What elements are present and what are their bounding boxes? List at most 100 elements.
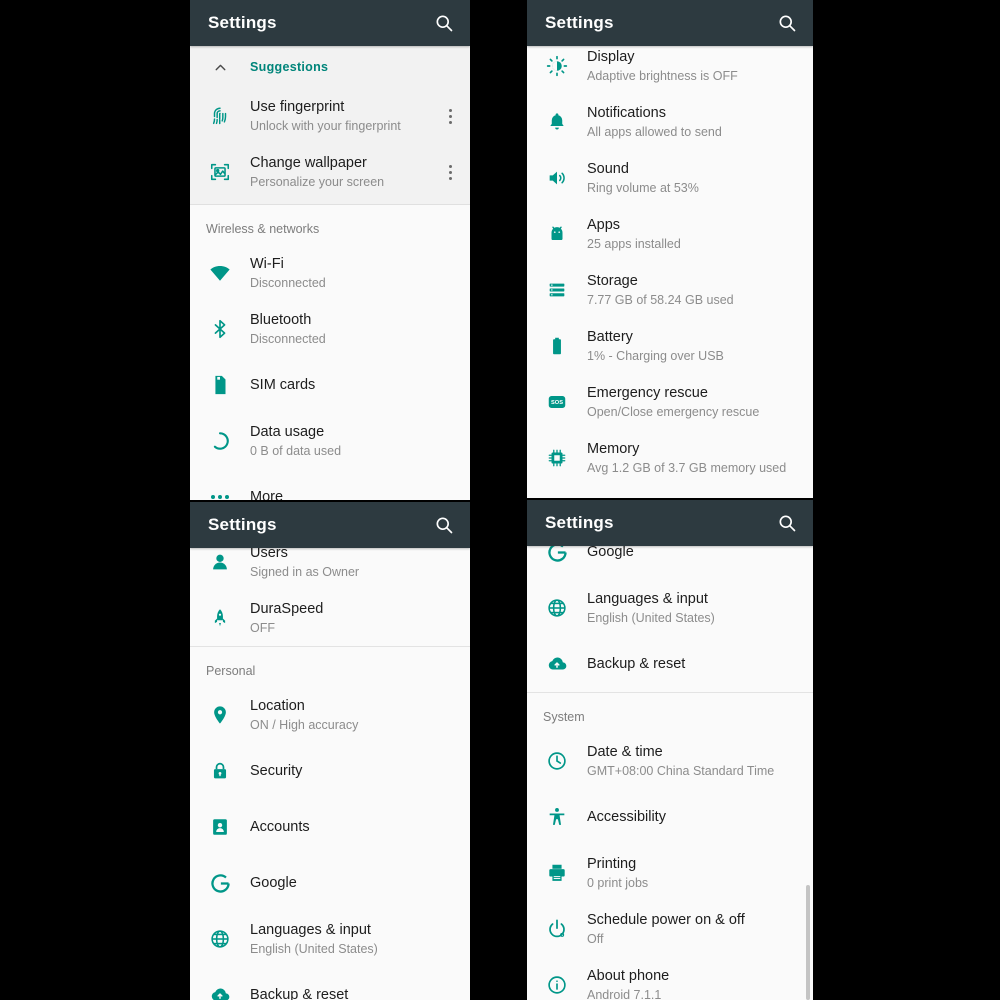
- overflow-menu-icon[interactable]: [430, 164, 470, 180]
- sidebar-item-schedule-power[interactable]: Schedule power on & off Off: [527, 901, 813, 957]
- suggestions-label: Suggestions: [250, 60, 329, 74]
- list-item-title: Accounts: [250, 818, 310, 835]
- list-item-title: Wi-Fi: [250, 255, 284, 272]
- list-item-title: Battery: [587, 328, 633, 345]
- sound-volume-icon: [527, 167, 587, 189]
- sidebar-item-notifications[interactable]: Notifications All apps allowed to send: [527, 94, 813, 150]
- list-item[interactable]: Use fingerprint Unlock with your fingerp…: [190, 88, 470, 144]
- search-icon[interactable]: [434, 13, 454, 33]
- sidebar-item-duraspeed[interactable]: DuraSpeed OFF: [190, 590, 470, 646]
- list-item-title: DuraSpeed: [250, 600, 324, 617]
- settings-panel-bottom-right: Settings Google Languages & input Englis…: [527, 500, 813, 1000]
- section-header: Personal: [206, 664, 256, 678]
- settings-scroll-area[interactable]: Suggestions Use fingerprint Unlock with …: [190, 46, 470, 500]
- sidebar-item-google[interactable]: Google: [190, 855, 470, 911]
- svg-text:SOS: SOS: [551, 400, 563, 406]
- sidebar-item-accounts[interactable]: Accounts: [190, 799, 470, 855]
- notifications-bell-icon: [527, 111, 587, 133]
- sidebar-item-display[interactable]: Display Adaptive brightness is OFF: [527, 46, 813, 94]
- list-item-title: Notifications: [587, 104, 666, 121]
- sidebar-item-data-usage[interactable]: Data usage 0 B of data used: [190, 413, 470, 469]
- settings-panel-bottom-left: Settings Users Signed in as Owner DuraSp…: [190, 502, 470, 1000]
- sidebar-item-about-phone[interactable]: About phone Android 7.1.1: [527, 957, 813, 1000]
- sidebar-item-backup-reset[interactable]: Backup & reset: [190, 967, 470, 1000]
- list-item-title: Bluetooth: [250, 311, 312, 328]
- sidebar-item-sim-cards[interactable]: SIM cards: [190, 357, 470, 413]
- list-item-subtitle: All apps allowed to send: [587, 124, 722, 139]
- list-item-subtitle: OFF: [250, 620, 275, 635]
- sidebar-item-more[interactable]: More: [190, 469, 470, 500]
- sidebar-item-users[interactable]: Users Signed in as Owner: [190, 548, 470, 590]
- sidebar-item-accessibility[interactable]: Accessibility: [527, 789, 813, 845]
- sidebar-item-memory[interactable]: Memory Avg 1.2 GB of 3.7 GB memory used: [527, 430, 813, 486]
- suggestions-header[interactable]: Suggestions: [190, 46, 470, 88]
- list-item-subtitle: 0 B of data used: [250, 443, 342, 458]
- search-icon[interactable]: [777, 513, 797, 533]
- backup-cloud-icon: [527, 653, 587, 675]
- sidebar-item-location[interactable]: Location ON / High accuracy: [190, 687, 470, 743]
- settings-scroll-area[interactable]: Display Adaptive brightness is OFF Notif…: [527, 46, 813, 498]
- wallpaper-icon: [190, 161, 250, 183]
- bluetooth-icon: [190, 318, 250, 340]
- list-item-title: Change wallpaper: [250, 154, 367, 171]
- list-item-subtitle: Personalize your screen: [250, 174, 385, 189]
- sidebar-item-languages-input[interactable]: Languages & input English (United States…: [190, 911, 470, 967]
- sidebar-item-backup-reset[interactable]: Backup & reset: [527, 636, 813, 692]
- list-item-subtitle: English (United States): [250, 941, 378, 956]
- search-icon[interactable]: [434, 515, 454, 535]
- list-item-title: Date & time: [587, 743, 663, 760]
- list-item-subtitle: 1% - Charging over USB: [587, 348, 724, 363]
- sidebar-item-bluetooth[interactable]: Bluetooth Disconnected: [190, 301, 470, 357]
- suggestions-card: Suggestions Use fingerprint Unlock with …: [190, 46, 470, 205]
- search-icon[interactable]: [777, 13, 797, 33]
- location-pin-icon: [190, 704, 250, 726]
- list-item-subtitle: GMT+08:00 China Standard Time: [587, 763, 775, 778]
- list-item-subtitle: English (United States): [587, 610, 715, 625]
- settings-panel-top-right: Settings Display Adaptive brightness is …: [527, 0, 813, 498]
- page-title: Settings: [208, 515, 277, 534]
- list-item-title: Languages & input: [587, 590, 708, 607]
- chevron-up-icon[interactable]: [190, 59, 250, 76]
- list-item-subtitle: Avg 1.2 GB of 3.7 GB memory used: [587, 460, 787, 475]
- settings-panel-top-left: Settings Suggestions Use fingerprint Unl…: [190, 0, 470, 500]
- fingerprint-icon: [190, 105, 250, 127]
- list-item-title: Security: [250, 762, 303, 779]
- printer-icon: [527, 862, 587, 884]
- settings-scroll-area[interactable]: Google Languages & input English (United…: [527, 546, 813, 1000]
- sidebar-item-battery[interactable]: Battery 1% - Charging over USB: [527, 318, 813, 374]
- sidebar-item-users-clipped[interactable]: Users: [527, 486, 813, 498]
- accounts-badge-icon: [190, 816, 250, 838]
- list-item-title: Use fingerprint: [250, 98, 345, 115]
- users-person-icon: [190, 551, 250, 573]
- list-item-subtitle: Off: [587, 931, 604, 946]
- memory-chip-icon: [527, 447, 587, 469]
- list-item[interactable]: Change wallpaper Personalize your screen: [190, 144, 470, 200]
- sidebar-item-emergency-rescue[interactable]: SOS Emergency rescue Open/Close emergenc…: [527, 374, 813, 430]
- settings-scroll-area[interactable]: Users Signed in as Owner DuraSpeed OFF P…: [190, 548, 470, 1000]
- sidebar-item-google[interactable]: Google: [527, 546, 813, 580]
- sidebar-item-sound[interactable]: Sound Ring volume at 53%: [527, 150, 813, 206]
- sidebar-item-security[interactable]: Security: [190, 743, 470, 799]
- list-item-title: Display: [587, 48, 635, 65]
- data-usage-icon: [190, 430, 250, 452]
- list-item-title: Google: [587, 546, 634, 560]
- list-item-title: Emergency rescue: [587, 384, 708, 401]
- google-g-icon: [527, 546, 587, 564]
- vertical-scrollbar[interactable]: [806, 885, 810, 1000]
- accessibility-icon: [527, 806, 587, 828]
- list-item-title: Storage: [587, 272, 638, 289]
- list-item-subtitle: ON / High accuracy: [250, 717, 359, 732]
- list-item-title: About phone: [587, 967, 670, 984]
- sidebar-item-storage[interactable]: Storage 7.77 GB of 58.24 GB used: [527, 262, 813, 318]
- overflow-menu-icon[interactable]: [430, 108, 470, 124]
- sidebar-item-wifi[interactable]: Wi-Fi Disconnected: [190, 245, 470, 301]
- sidebar-item-printing[interactable]: Printing 0 print jobs: [527, 845, 813, 901]
- sidebar-item-date-time[interactable]: Date & time GMT+08:00 China Standard Tim…: [527, 733, 813, 789]
- list-item-subtitle: Signed in as Owner: [250, 564, 360, 579]
- duraspeed-rocket-icon: [190, 607, 250, 629]
- sidebar-item-apps[interactable]: Apps 25 apps installed: [527, 206, 813, 262]
- language-globe-icon: [190, 928, 250, 950]
- sidebar-item-languages-input[interactable]: Languages & input English (United States…: [527, 580, 813, 636]
- list-item-title: Languages & input: [250, 921, 371, 938]
- app-bar: Settings: [527, 0, 813, 46]
